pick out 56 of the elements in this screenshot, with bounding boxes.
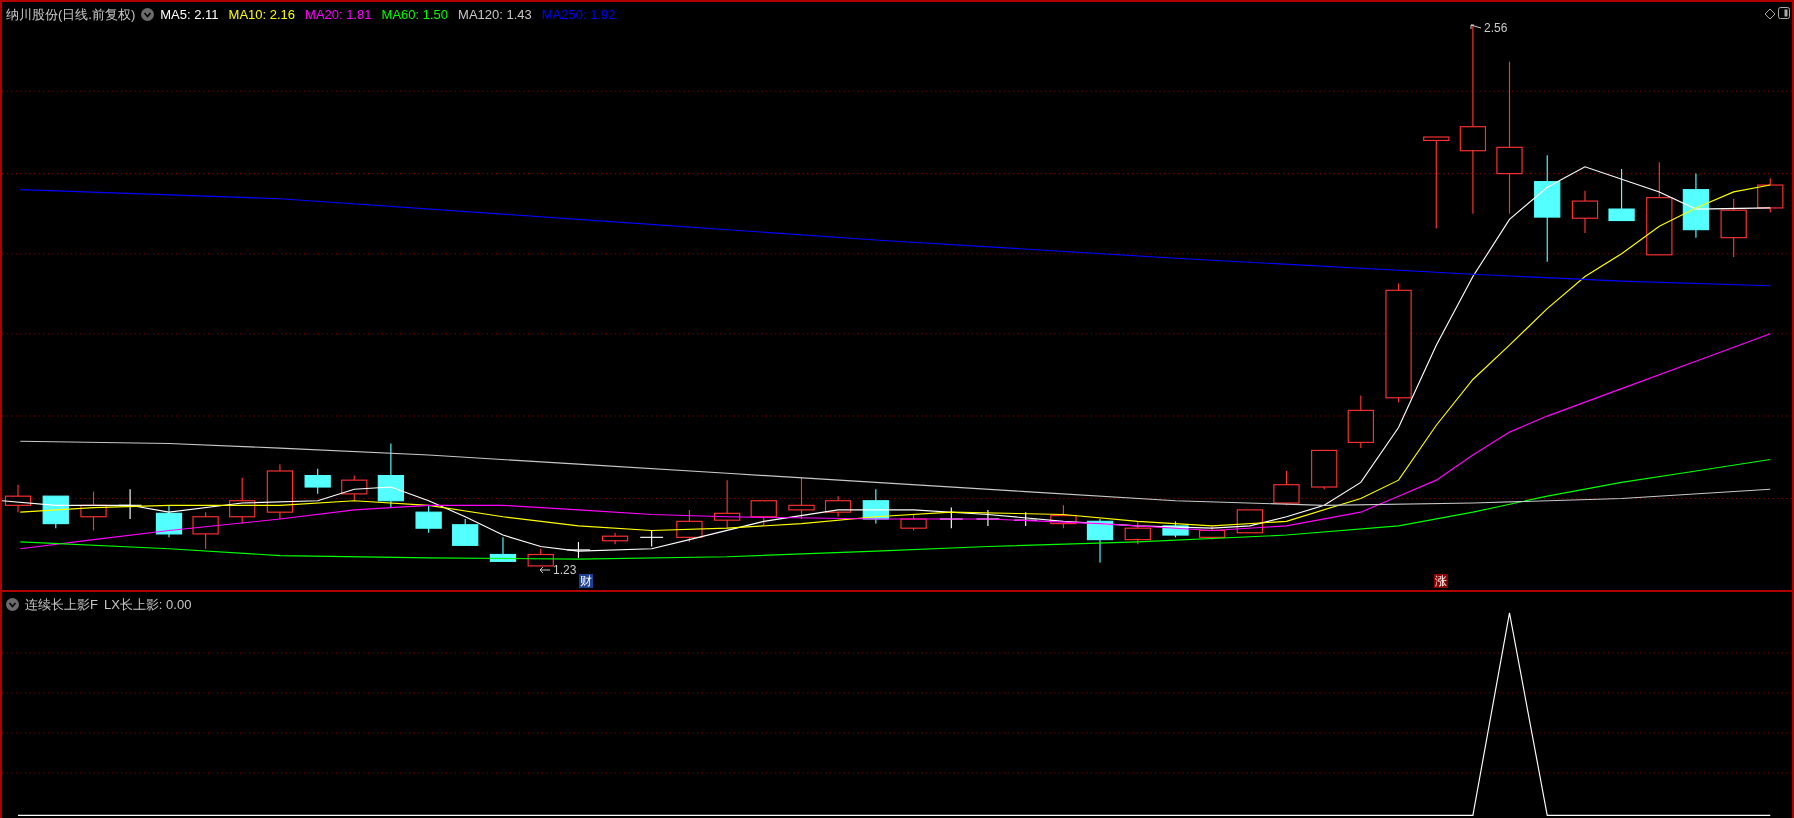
- candlestick: [601, 532, 629, 545]
- candlestick: [527, 548, 554, 567]
- candlestick: [1086, 518, 1114, 564]
- doji-candlestick: [566, 541, 591, 559]
- indicator-name: 连续长上影F: [25, 596, 98, 614]
- candlestick: [1608, 168, 1635, 222]
- candlestick: [714, 479, 741, 529]
- candlestick: [1162, 520, 1189, 538]
- candlestick: [266, 463, 294, 520]
- indicator-value: LX长上影: 0.00: [103, 596, 192, 614]
- candlestick: [788, 477, 815, 520]
- candlestick: [1757, 177, 1784, 214]
- candlestick: [1347, 394, 1374, 449]
- candlestick: [1198, 525, 1226, 541]
- stock-title: 纳川股份(日线.前复权): [6, 6, 136, 24]
- event-marker[interactable]: 财: [579, 574, 593, 588]
- candlestick: [452, 518, 479, 546]
- dropdown-icon[interactable]: [6, 598, 19, 612]
- doji-candlestick: [639, 529, 664, 548]
- candlestick: [4, 484, 32, 513]
- candlestick: [1571, 190, 1599, 234]
- candlestick: [862, 488, 889, 525]
- candlestick: [1050, 504, 1077, 529]
- candlestick: [415, 504, 442, 534]
- candlestick: [750, 500, 777, 527]
- high-price-label: 2.56: [1484, 20, 1508, 37]
- candlestick: [676, 509, 703, 543]
- candlestick: [489, 536, 517, 562]
- candlestick: [229, 477, 256, 525]
- low-price-label: 1.23: [553, 562, 577, 579]
- candlestick: [42, 495, 69, 529]
- panel-toggle-icon[interactable]: [1778, 7, 1790, 19]
- moving-average-value: MA20: 1.81: [305, 6, 372, 24]
- candlestick: [1682, 173, 1710, 239]
- candlestick: [824, 495, 852, 518]
- arrow-icon: [539, 566, 551, 574]
- candlestick: [304, 468, 331, 495]
- candlestick: [900, 513, 927, 532]
- candlestick: [80, 491, 107, 532]
- candlestick: [1273, 470, 1300, 506]
- moving-average-value: MA120: 1.43: [458, 6, 532, 24]
- candlestick: [192, 511, 219, 550]
- moving-average-value: MA250: 1.92: [541, 6, 616, 24]
- diamond-icon[interactable]: [1764, 8, 1776, 20]
- candlestick: [1311, 449, 1338, 490]
- event-marker[interactable]: 涨: [1434, 574, 1448, 588]
- candlestick: [155, 504, 183, 538]
- moving-average-value: MA5: 2.11: [160, 6, 219, 24]
- candlestick: [1124, 520, 1151, 545]
- moving-average-value: MA60: 1.50: [381, 6, 449, 24]
- arrow-icon: [1470, 24, 1482, 32]
- moving-average-value: MA10: 2.16: [228, 6, 296, 24]
- candlestick: [377, 443, 405, 509]
- candlestick: [1720, 198, 1747, 258]
- dropdown-icon[interactable]: [141, 8, 155, 22]
- candlestick: [341, 475, 368, 502]
